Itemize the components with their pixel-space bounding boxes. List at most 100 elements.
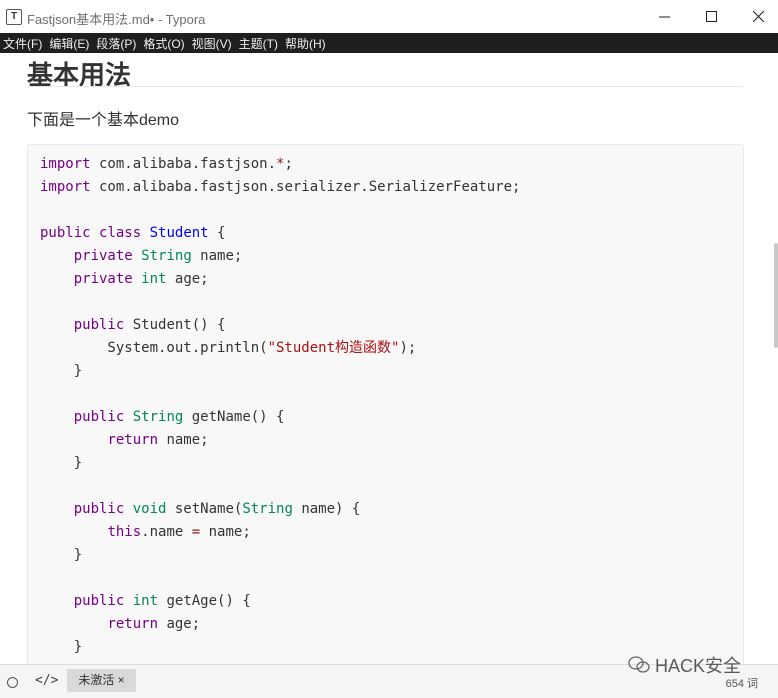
- menu-file[interactable]: 文件(F): [3, 35, 46, 52]
- code-token: com.alibaba.fastjson.serializer.Serializ…: [90, 179, 521, 195]
- code-token: }: [40, 639, 83, 655]
- wechat-icon: [628, 656, 650, 673]
- code-token: );: [399, 340, 417, 356]
- status-bar: </> 未激活 × HACK安全 654 词: [0, 656, 778, 698]
- code-token: getAge() {: [158, 593, 251, 609]
- menu-view[interactable]: 视图(V): [192, 35, 236, 52]
- code-token: private: [73, 248, 133, 264]
- code-lines: import com.alibaba.fastjson.*; import com…: [40, 153, 520, 659]
- code-token: int: [141, 271, 167, 287]
- menu-format[interactable]: 格式(O): [143, 35, 188, 52]
- code-token: public: [73, 593, 125, 609]
- code-line: import com.alibaba.fastjson.serializer.S…: [40, 176, 520, 199]
- code-token: =: [191, 524, 201, 540]
- maximize-button[interactable]: [688, 0, 734, 33]
- close-button[interactable]: [735, 0, 778, 33]
- activation-tab[interactable]: 未激活 ×: [67, 669, 136, 692]
- code-line: private String name;: [40, 245, 520, 268]
- code-token: void: [132, 501, 167, 517]
- code-line: System.out.println("Student构造函数");: [40, 337, 520, 360]
- code-token: }: [40, 363, 83, 379]
- code-token: Student: [149, 225, 209, 241]
- code-line: }: [40, 544, 520, 567]
- code-token: public: [40, 225, 91, 241]
- code-token: return: [107, 616, 159, 632]
- code-token: }: [40, 455, 83, 471]
- menu-help[interactable]: 帮助(H): [285, 35, 330, 52]
- code-token: public: [73, 501, 125, 517]
- code-token: String: [242, 501, 293, 517]
- minimize-button[interactable]: [641, 0, 687, 33]
- code-line: }: [40, 636, 520, 659]
- code-token: name;: [158, 432, 209, 448]
- code-line: }: [40, 360, 520, 383]
- code-token: return: [107, 432, 159, 448]
- code-token: com.alibaba.fastjson.: [90, 156, 277, 172]
- code-token: }: [40, 547, 83, 563]
- heading-divider: [27, 86, 743, 87]
- code-token: name;: [191, 248, 243, 264]
- code-token: ;: [284, 156, 293, 172]
- code-line: public class Student {: [40, 222, 520, 245]
- word-count: 654 词: [725, 678, 758, 690]
- code-token: age;: [166, 271, 209, 287]
- code-block[interactable]: import com.alibaba.fastjson.*; import com…: [27, 144, 744, 664]
- code-line: this.name = name;: [40, 521, 520, 544]
- intro-paragraph: 下面是一个基本demo: [27, 112, 180, 129]
- maximize-icon: [705, 11, 717, 22]
- code-token: System.out.println(: [40, 340, 268, 356]
- code-line: return name;: [40, 429, 520, 452]
- menu-paragraph[interactable]: 段落(P): [96, 35, 140, 52]
- code-line: public Student() {: [40, 314, 520, 337]
- code-token: name;: [200, 524, 251, 540]
- close-icon: [752, 11, 764, 22]
- editor-content[interactable]: 基本用法 下面是一个基本demo import com.alibaba.fast…: [0, 53, 772, 664]
- vertical-scrollbar[interactable]: [772, 53, 778, 664]
- code-token: age;: [158, 616, 201, 632]
- code-line: import com.alibaba.fastjson.*;: [40, 153, 520, 176]
- code-line: public void setName(String name) {: [40, 498, 520, 521]
- title-bar: T Fastjson基本用法.md• - Typora: [0, 0, 778, 33]
- scrollbar-thumb[interactable]: [774, 243, 778, 348]
- code-token: setName(: [166, 501, 243, 517]
- code-token: class: [99, 225, 142, 241]
- code-token: getName() {: [183, 409, 285, 425]
- code-line: }: [40, 452, 520, 475]
- code-token: {: [208, 225, 226, 241]
- source-mode-button[interactable]: </>: [35, 673, 58, 688]
- menu-theme[interactable]: 主题(T): [239, 35, 282, 52]
- code-line: public int getAge() {: [40, 590, 520, 613]
- code-line: private int age;: [40, 268, 520, 291]
- window-title: Fastjson基本用法.md• - Typora: [27, 12, 206, 27]
- code-token: public: [73, 317, 125, 333]
- code-token: String: [132, 409, 184, 425]
- menu-edit[interactable]: 编辑(E): [49, 35, 93, 52]
- code-token: public: [73, 409, 125, 425]
- code-token: name) {: [292, 501, 361, 517]
- watermark: HACK安全: [628, 652, 741, 678]
- code-token: .name: [141, 524, 192, 540]
- outline-toggle-icon[interactable]: [7, 677, 18, 688]
- code-token: private: [73, 271, 133, 287]
- menu-bar: 文件(F) 编辑(E) 段落(P) 格式(O) 视图(V) 主题(T) 帮助(H…: [0, 33, 778, 53]
- code-line: return age;: [40, 613, 520, 636]
